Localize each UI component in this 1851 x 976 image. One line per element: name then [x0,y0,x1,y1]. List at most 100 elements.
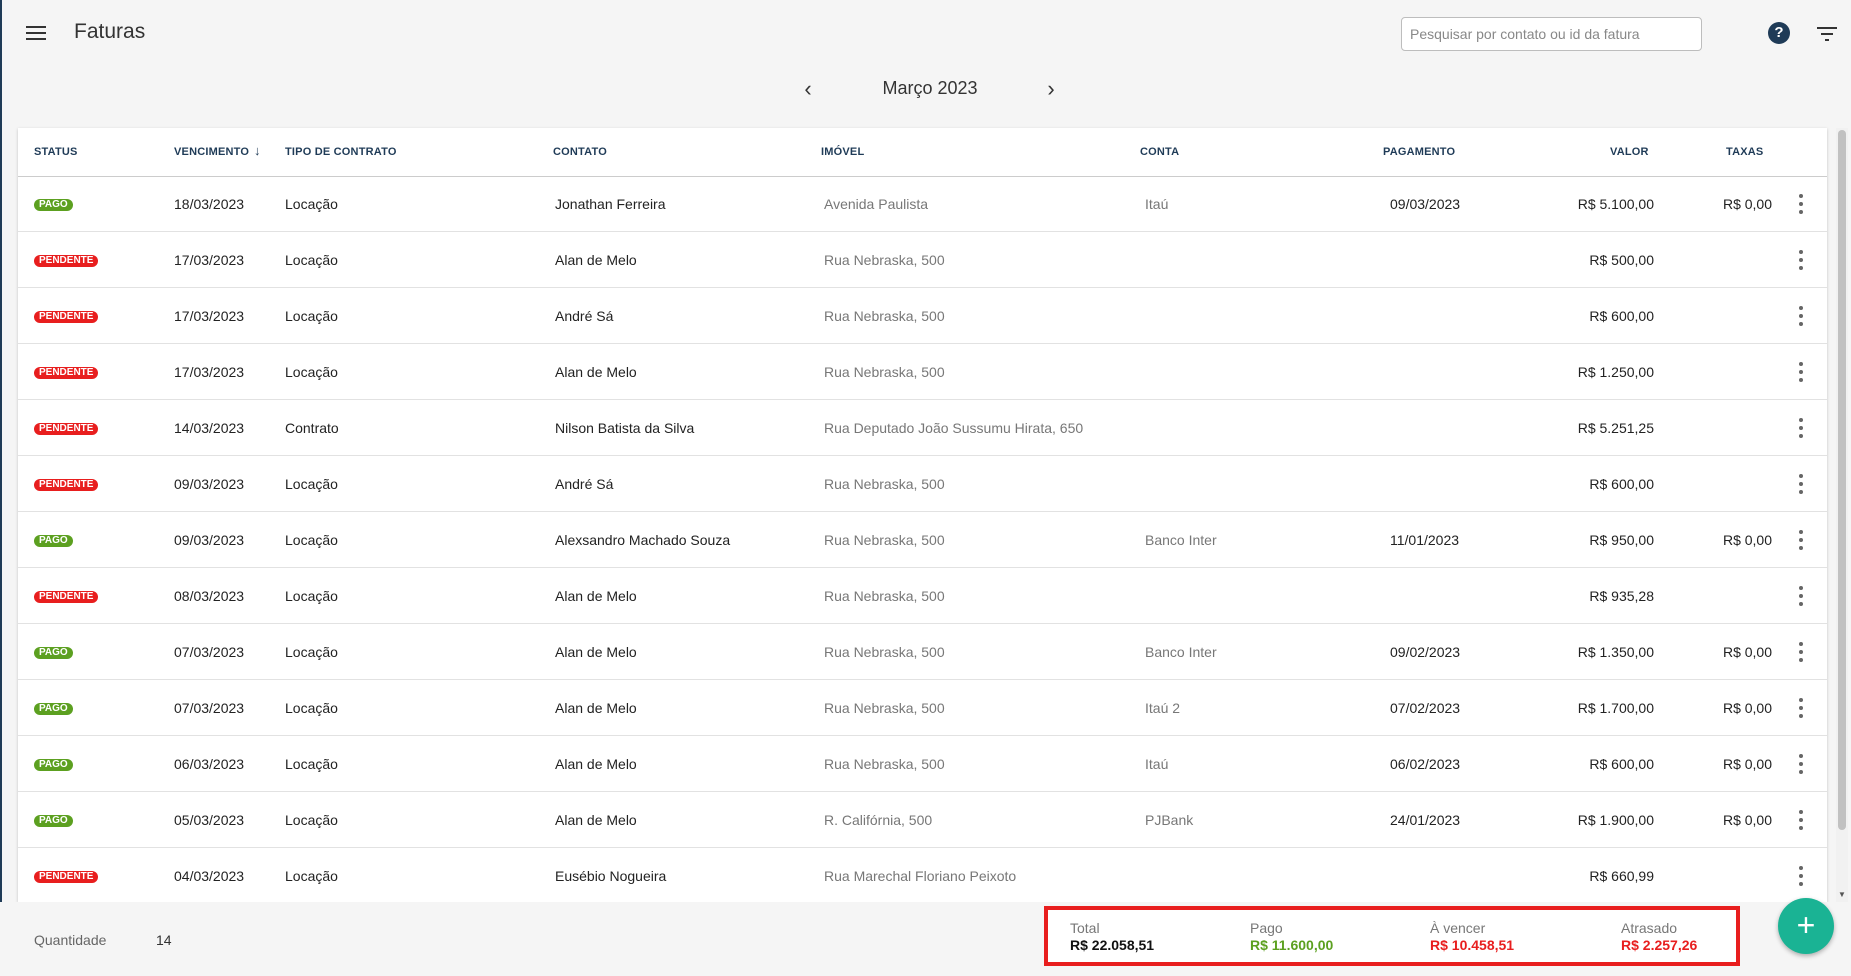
next-month-button[interactable]: › [1038,76,1064,102]
cell-valor: R$ 5.251,25 [1577,420,1654,436]
hamburger-menu-icon[interactable] [22,20,50,48]
search-input[interactable] [1401,17,1702,51]
cell-contato: Alan de Melo [555,644,637,660]
cell-contato: Alan de Melo [555,252,637,268]
status-badge: PAGO [34,647,73,659]
column-header-vencimento[interactable]: VENCIMENTO [174,146,249,158]
more-options-icon[interactable] [1792,471,1810,497]
cell-vencimento: 07/03/2023 [174,700,245,716]
table-row[interactable]: PAGO 05/03/2023 Locação Alan de Melo R. Cali… [18,793,1827,848]
table-row[interactable]: PAGO 07/03/2023 Locação Alan de Melo Rua Neb… [18,681,1827,736]
scrollbar-thumb[interactable] [1838,130,1846,830]
more-options-icon[interactable] [1792,583,1810,609]
table-row[interactable]: PENDENTE 17/03/2023 Locação André Sá Rua Neb… [18,289,1827,344]
column-header-imovel[interactable]: IMÓVEL [821,146,864,158]
column-header-pagamento[interactable]: PAGAMENTO [1383,146,1455,158]
overdue-label: Atrasado [1621,920,1678,936]
column-header-taxas[interactable]: TAXAS [1726,146,1763,158]
more-options-icon[interactable] [1792,807,1810,833]
cell-vencimento: 04/03/2023 [174,868,245,884]
status-badge: PENDENTE [34,367,99,379]
cell-conta: Banco Inter [1145,532,1217,548]
cell-contato: Nilson Batista da Silva [555,420,695,436]
table-row[interactable]: PENDENTE 09/03/2023 Locação André Sá Rua Neb… [18,457,1827,512]
table-row[interactable]: PENDENTE 17/03/2023 Locação Alan de Melo Rua… [18,345,1827,400]
total-summary: Total R$ 22.058,51 [1070,920,1154,953]
totals-summary: Total R$ 22.058,51 Pago R$ 11.600,00 À v… [1044,906,1740,966]
cell-tipo-contrato: Locação [285,588,338,604]
more-options-icon[interactable] [1792,527,1810,553]
summary-footer: Quantidade 14 Total R$ 22.058,51 Pago R$… [0,902,1851,976]
table-row[interactable]: PAGO 07/03/2023 Locação Alan de Melo Rua Neb… [18,625,1827,680]
table-row[interactable]: PENDENTE 08/03/2023 Locação Alan de Melo Rua… [18,569,1827,624]
cell-valor: R$ 500,00 [1589,252,1654,268]
previous-month-button[interactable]: ‹ [795,76,821,102]
cell-tipo-contrato: Locação [285,756,338,772]
status-badge: PENDENTE [34,479,99,491]
more-options-icon[interactable] [1792,863,1810,889]
cell-contato: Jonathan Ferreira [555,196,666,212]
cell-pagamento: 24/01/2023 [1390,812,1461,828]
scroll-down-arrow-icon[interactable]: ▼ [1838,890,1846,899]
column-header-status[interactable]: STATUS [34,146,78,158]
more-options-icon[interactable] [1792,247,1810,273]
table-row[interactable]: PENDENTE 17/03/2023 Locação Alan de Melo Rua… [18,233,1827,288]
table-row[interactable]: PAGO 18/03/2023 Locação Jonathan Ferreira Av… [18,177,1827,232]
more-options-icon[interactable] [1792,415,1810,441]
table-row[interactable]: PAGO 06/03/2023 Locação Alan de Melo Rua Neb… [18,737,1827,792]
more-options-icon[interactable] [1792,359,1810,385]
cell-pagamento: 09/03/2023 [1390,196,1461,212]
cell-imovel: Rua Nebraska, 500 [824,308,945,324]
due-value: R$ 10.458,51 [1430,937,1515,953]
column-header-conta[interactable]: CONTA [1140,146,1179,158]
status-badge: PENDENTE [34,255,99,267]
cell-vencimento: 08/03/2023 [174,588,245,604]
table-row[interactable]: PENDENTE 04/03/2023 Locação Eusébio Nogueir… [18,849,1827,902]
cell-vencimento: 17/03/2023 [174,364,245,380]
column-header-contato[interactable]: CONTATO [553,146,607,158]
cell-taxas: R$ 0,00 [1722,196,1772,212]
cell-vencimento: 06/03/2023 [174,756,245,772]
cell-tipo-contrato: Locação [285,532,338,548]
cell-vencimento: 09/03/2023 [174,476,245,492]
quantity-label: Quantidade [34,932,107,948]
status-badge: PAGO [34,199,73,211]
invoices-table: STATUS VENCIMENTO ↓ TIPO DE CONTRATO CON… [18,128,1827,902]
cell-imovel: Rua Marechal Floriano Peixoto [824,868,1017,884]
table-scrollbar[interactable] [1836,128,1848,902]
cell-imovel: Rua Deputado João Sussumu Hirata, 650 [824,420,1084,436]
cell-tipo-contrato: Locação [285,476,338,492]
status-badge: PENDENTE [34,871,99,883]
cell-tipo-contrato: Locação [285,364,338,380]
overdue-value: R$ 2.257,26 [1621,937,1698,953]
more-options-icon[interactable] [1792,191,1810,217]
status-badge: PENDENTE [34,311,99,323]
table-row[interactable]: PAGO 09/03/2023 Locação Alexsandro Machado … [18,513,1827,568]
cell-taxas: R$ 0,00 [1722,812,1772,828]
cell-valor: R$ 660,99 [1589,868,1654,884]
cell-valor: R$ 1.700,00 [1577,700,1654,716]
sort-arrow-down-icon[interactable]: ↓ [254,143,261,158]
cell-contato: Alexsandro Machado Souza [555,532,731,548]
add-invoice-button[interactable]: + [1778,898,1834,954]
paid-summary: Pago R$ 11.600,00 [1250,920,1333,953]
more-options-icon[interactable] [1792,751,1810,777]
cell-valor: R$ 600,00 [1589,756,1654,772]
table-row[interactable]: PENDENTE 14/03/2023 Contrato Nilson Batista… [18,401,1827,456]
column-header-tipo-contrato[interactable]: TIPO DE CONTRATO [285,146,397,158]
column-header-valor[interactable]: VALOR [1610,146,1649,158]
filter-icon[interactable] [1817,24,1839,42]
cell-contato: Alan de Melo [555,364,637,380]
cell-imovel: Rua Nebraska, 500 [824,644,945,660]
more-options-icon[interactable] [1792,639,1810,665]
more-options-icon[interactable] [1792,695,1810,721]
status-badge: PENDENTE [34,423,99,435]
cell-vencimento: 07/03/2023 [174,644,245,660]
cell-conta: PJBank [1145,812,1194,828]
help-icon[interactable]: ? [1768,22,1790,44]
status-badge: PAGO [34,703,73,715]
cell-vencimento: 14/03/2023 [174,420,245,436]
more-options-icon[interactable] [1792,303,1810,329]
overdue-summary: Atrasado R$ 2.257,26 [1621,920,1697,953]
cell-tipo-contrato: Locação [285,644,338,660]
